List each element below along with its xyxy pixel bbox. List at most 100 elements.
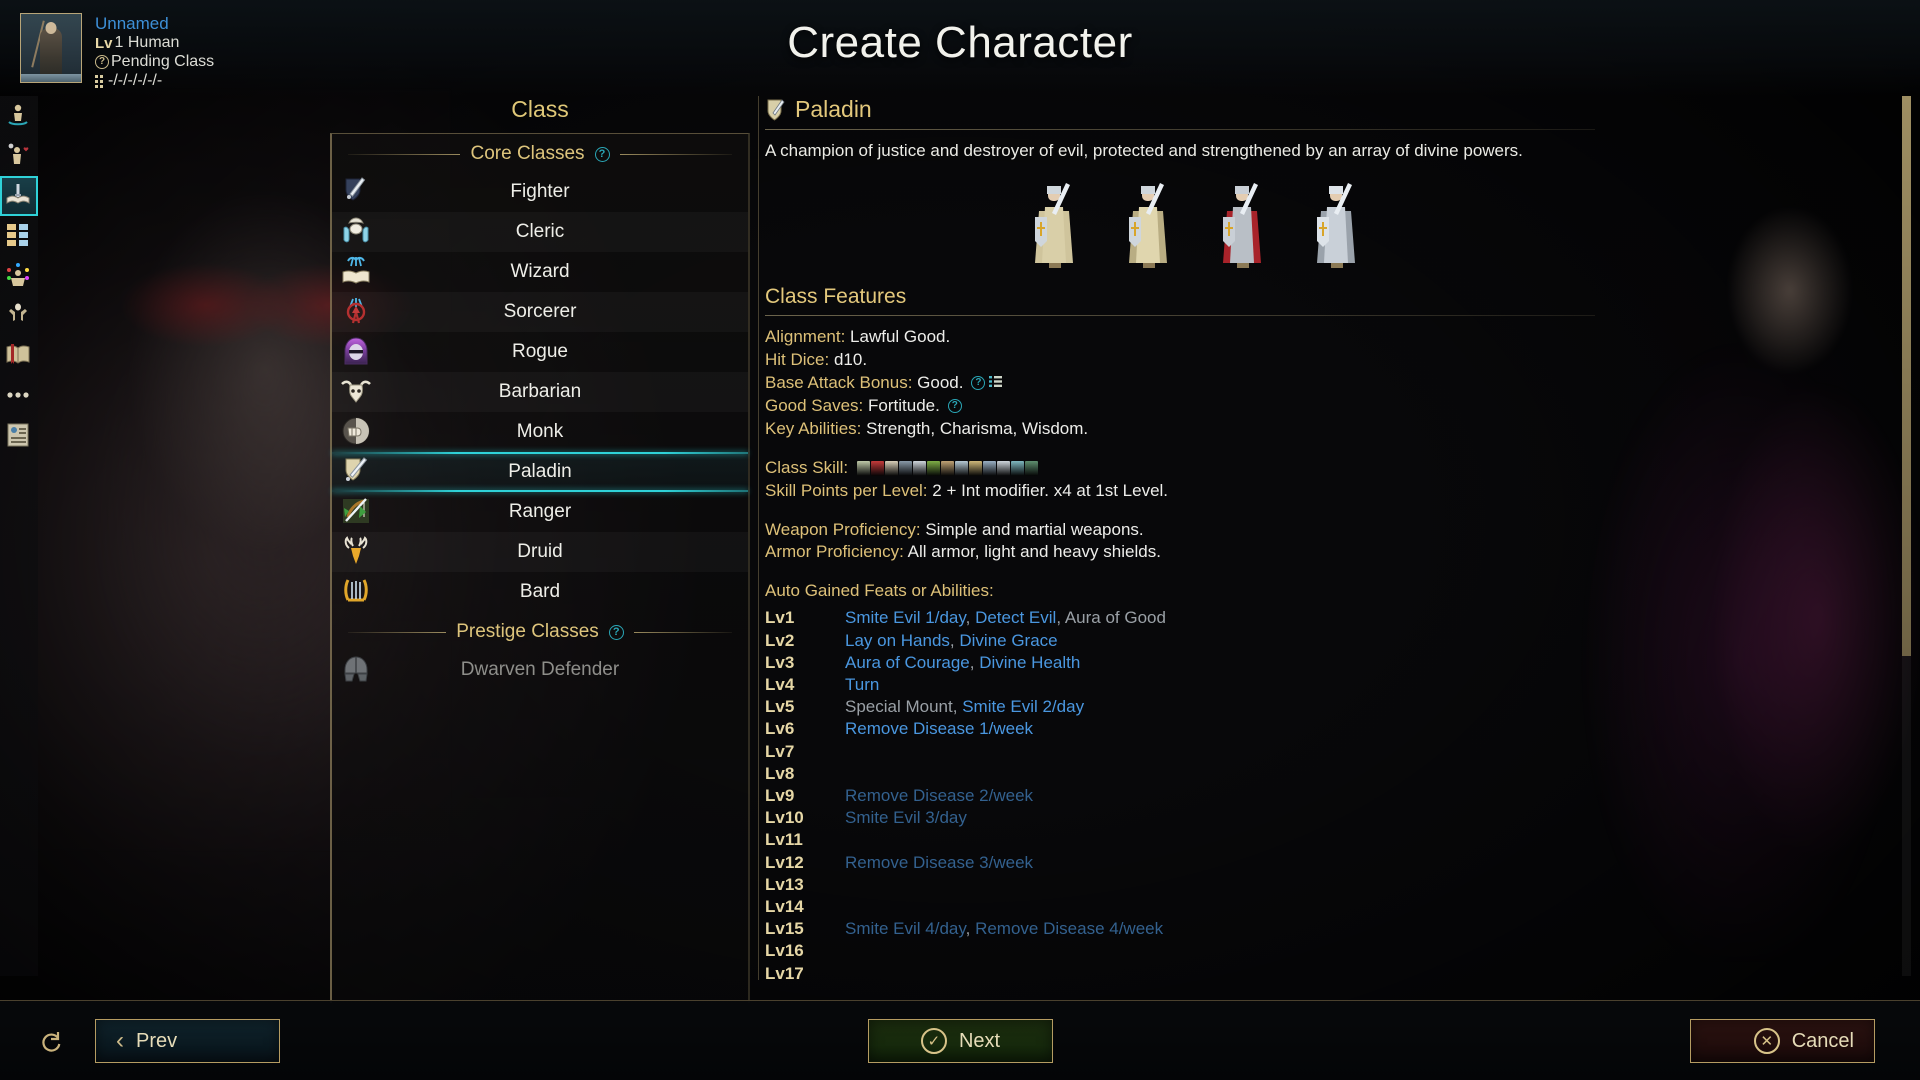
ability-text: , [949,630,960,650]
ability-link[interactable]: Smite Evil 1/day [845,608,966,627]
ability-link-dim[interactable]: Remove Disease 3/week [845,853,1033,872]
class-row-label: Fighter [510,181,570,202]
class-skill-icon-6[interactable] [926,460,940,476]
class-row-bard[interactable]: Bard [332,572,748,612]
class-row-fighter[interactable]: Fighter [332,172,748,212]
class-skill-icon-2[interactable] [870,460,884,476]
close-circle-icon: ✕ [1753,1028,1780,1054]
character-name: Unnamed [95,14,169,33]
level-abilities: Remove Disease 1/week [845,718,1033,740]
class-row-sorcerer[interactable]: Sorcerer [332,292,748,332]
class-row-label: Monk [516,421,564,442]
class-skill-icon-11[interactable] [996,460,1010,476]
antlers-icon [340,536,376,568]
level-label: Lv12 [765,852,804,872]
class-row-barbarian[interactable]: Barbarian [332,372,748,412]
armor-proficiency-label: Armor Proficiency: [765,542,904,562]
prestige-classes-label: Prestige Classes [456,621,599,642]
ability-link[interactable]: Remove Disease 1/week [845,719,1033,738]
class-row-label: Druid [517,541,563,562]
rail-item-skills[interactable] [0,256,38,296]
level-label: Lv5 [765,697,795,717]
class-features-heading: Class Features [765,284,907,308]
class-row-cleric[interactable]: Cleric [332,212,748,252]
class-skill-icon-8[interactable] [954,460,968,476]
class-skill-icon-7[interactable] [940,460,954,476]
class-row-ranger[interactable]: Ranger [332,492,748,532]
ability-link[interactable]: Lay on Hands [845,631,950,650]
rail-item-spells[interactable] [0,336,38,376]
rail-item-class[interactable] [0,176,38,216]
class-skill-icon-10[interactable] [982,460,996,476]
divider-left [348,153,461,155]
class-row-rogue[interactable]: Rogue [332,332,748,372]
rail-item-more[interactable] [0,376,38,416]
help-icon[interactable]: ? [594,146,610,162]
rail-item-body[interactable] [0,296,38,336]
ability-link-dim[interactable]: Remove Disease 2/week [845,786,1033,805]
character-summary-card[interactable]: Unnamed Lv 1 Human ? Pending Class -/-/-/-… [20,13,214,91]
ability-link[interactable]: Detect Evil [975,608,1056,627]
detail-scrollbar-thumb[interactable] [1902,96,1911,656]
class-row-monk[interactable]: Monk [332,412,748,452]
level-label: Lv11 [765,830,803,850]
class-skill-label: Class Skill: [765,457,849,477]
ability-text: Aura of Good [1064,608,1166,628]
detail-title-rule [765,129,1595,130]
ability-text: , [965,919,976,939]
ability-link[interactable]: Aura of Courage [845,653,970,672]
skill-points-value: 2 + Int modifier. x4 at 1st Level. [932,480,1169,500]
ability-link[interactable]: Divine Grace [959,631,1057,650]
class-skill-icon-3[interactable] [884,460,898,476]
ability-link[interactable]: Divine Health [979,653,1080,672]
footer-bar: ‹ Prev ✓ Next ✕ Cancel [0,1000,1920,1080]
ability-link[interactable]: Turn [845,675,879,694]
class-skill-icon-12[interactable] [1010,460,1024,476]
rail-item-attributes[interactable] [0,216,38,256]
class-skill-icon-5[interactable] [912,460,926,476]
help-icon[interactable]: ? [971,376,986,391]
level-label: Lv4 [765,674,795,694]
body-in-fountain-icon [5,102,33,130]
class-row-druid[interactable]: Druid [332,532,748,572]
next-button[interactable]: ✓ Next [868,1019,1053,1063]
auto-gained-label: Auto Gained Feats or Abilities: [765,581,994,601]
class-row-paladin[interactable]: Paladin [332,452,748,492]
level-row: Lv3 Aura of Courage, Divine Health [765,652,1595,674]
class-skill-icon-13[interactable] [1024,460,1038,476]
level-abilities: Remove Disease 2/week [845,785,1033,807]
reset-icon[interactable] [38,1029,64,1055]
level-label: Lv6 [765,719,795,739]
class-row-wizard[interactable]: Wizard [332,252,748,292]
detail-description: A champion of justice and destroyer of e… [765,141,1523,160]
stats-value: -/-/-/-/-/- [108,71,163,89]
table-list-icon[interactable] [989,372,1003,395]
help-icon[interactable]: ? [608,624,624,640]
ability-text: , [969,652,980,672]
prev-button-label: Prev [136,1029,178,1052]
ability-link-dim[interactable]: Smite Evil 3/day [845,808,967,827]
rail-item-race[interactable] [0,96,38,136]
rail-item-background[interactable] [0,136,38,176]
avatar[interactable] [20,13,82,83]
class-skill-icon-9[interactable] [968,460,982,476]
prev-button[interactable]: ‹ Prev [95,1019,280,1063]
next-button-label: Next [958,1029,1001,1052]
avatar-head [45,22,57,34]
feature-row: Hit Dice: d10. [765,349,1595,372]
level-abilities: Smite Evil 1/day, Detect Evil, Aura of G… [845,607,1166,629]
feature-row: Key Abilities: Strength, Charisma, Wisdo… [765,418,1595,441]
feature-row: Base Attack Bonus: Good.? [765,372,1595,395]
cancel-button[interactable]: ✕ Cancel [1690,1019,1875,1063]
rail-item-summary[interactable] [0,416,38,456]
detail-scrollbar[interactable] [1902,96,1911,976]
class-skill-icon-4[interactable] [898,460,912,476]
help-icon[interactable]: ? [95,55,109,70]
ability-link[interactable]: Smite Evil 2/day [962,697,1084,716]
level-abilities: Smite Evil 4/day, Remove Disease 4/week [845,918,1163,940]
ability-link-dim[interactable]: Smite Evil 4/day [845,919,966,938]
class-skill-icon-1[interactable] [856,460,870,476]
help-icon[interactable]: ? [947,399,962,414]
shield-sword-icon [340,456,376,488]
ability-link-dim[interactable]: Remove Disease 4/week [975,919,1163,938]
